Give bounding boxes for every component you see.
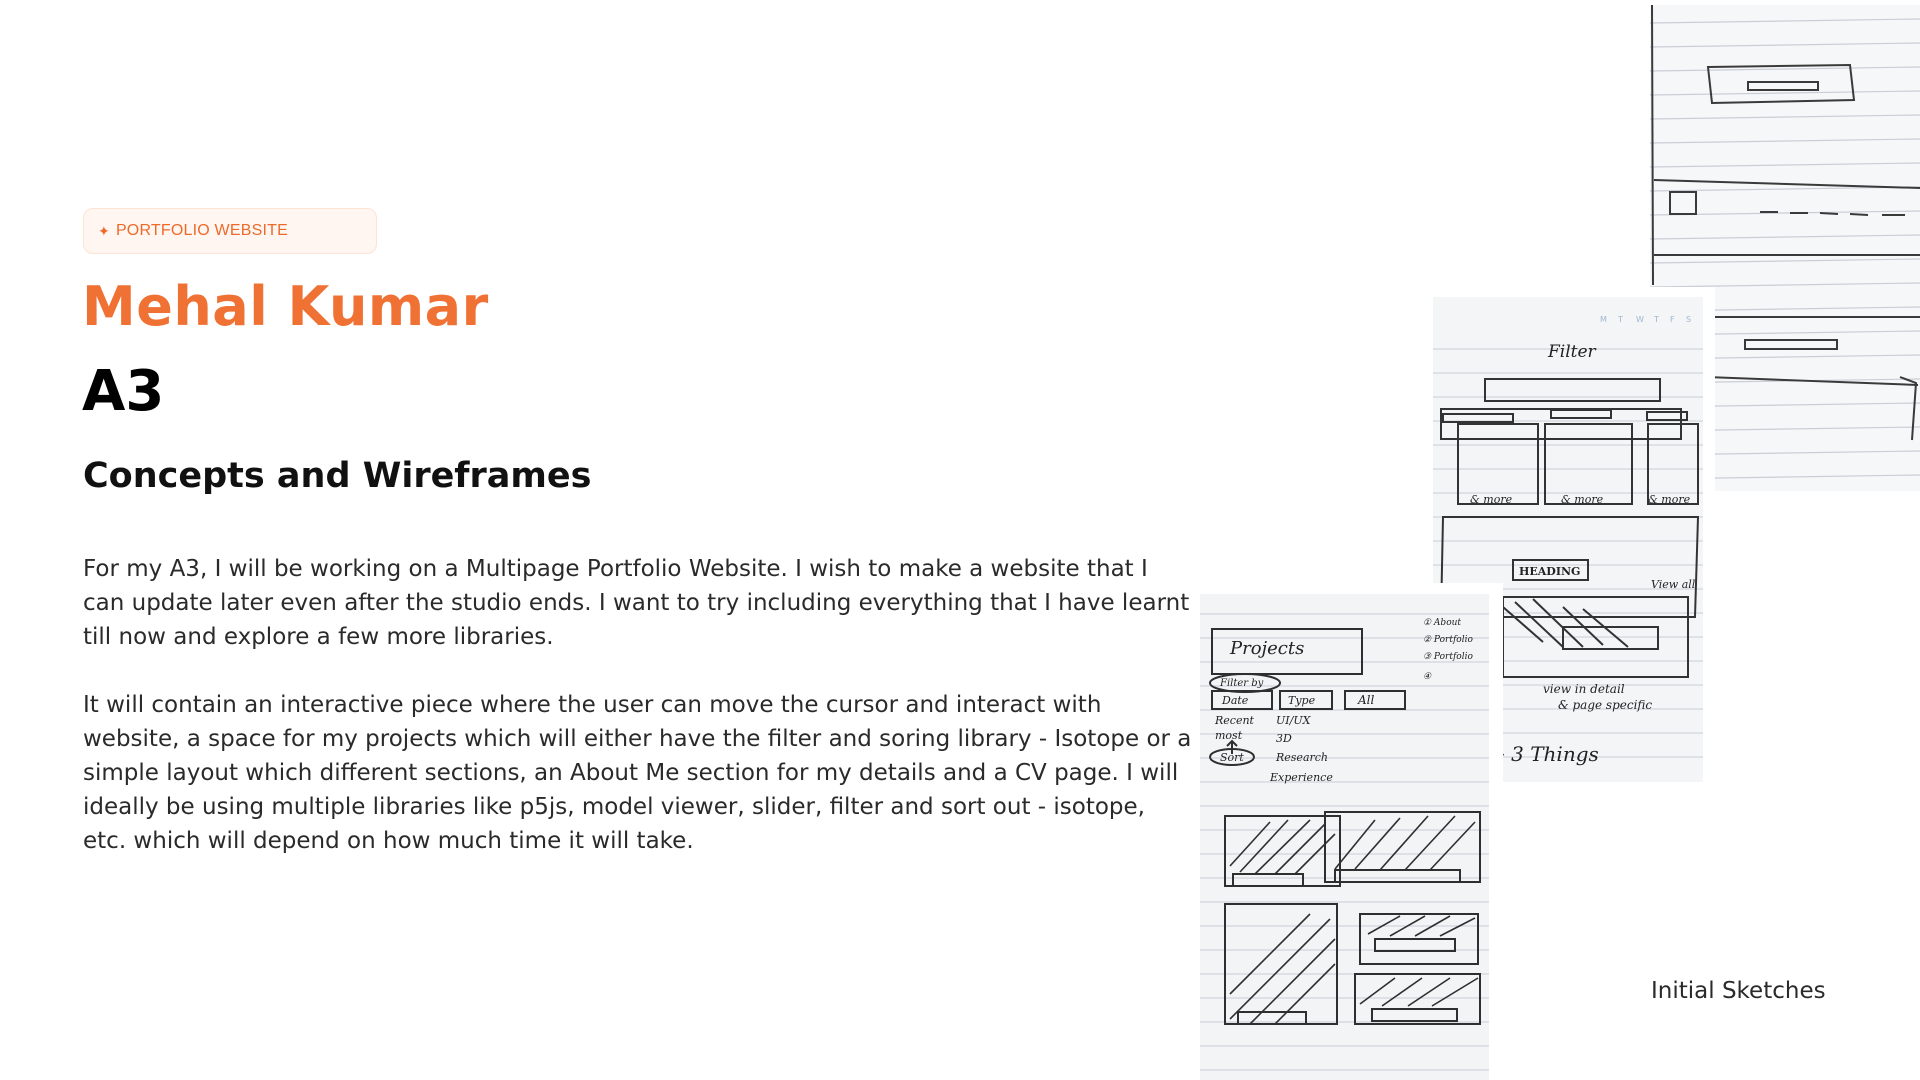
assignment-title: A3 (82, 359, 165, 424)
sketch-filter-all: All (1357, 693, 1375, 707)
weekday-f: F (1670, 315, 1675, 324)
sketch-filter-label: Filter (1547, 342, 1597, 362)
sketch-note-2: & page specific (1558, 698, 1652, 712)
intro-paragraph: For my A3, I will be working on a Multip… (83, 556, 1190, 650)
sketch-nav-about: ① About (1423, 618, 1461, 628)
portfolio-website-badge: ✦ PORTFOLIO WEBSITE (83, 208, 377, 254)
sketch-more-label-3: & more (1648, 493, 1691, 506)
details-paragraph: It will contain an interactive piece whe… (83, 692, 1192, 854)
section-subtitle: Concepts and Wireframes (83, 456, 592, 496)
sketch-type-experience: Experience (1269, 771, 1333, 784)
weekday-t: T (1617, 315, 1623, 324)
weekday-t2: T (1653, 315, 1659, 324)
sketch-type-research: Research (1275, 751, 1328, 764)
sketch-more-label-1: & more (1470, 493, 1513, 506)
sketch-image-projects: Projects ① About ② Portfolio ③ Portfolio… (1200, 594, 1489, 1080)
sketch-type-3d: 3D (1276, 732, 1292, 745)
sketch-note-1: view in detail (1543, 682, 1625, 696)
weekday-s: S (1686, 315, 1691, 324)
weekday-w: W (1636, 315, 1644, 324)
sketch-filter-date: Date (1221, 694, 1249, 707)
sketch-sort-label: Sort (1220, 751, 1244, 764)
sketch-option-most: most (1215, 729, 1243, 742)
weekday-m: M (1600, 315, 1607, 324)
sketch-projects-label: Projects (1229, 638, 1304, 659)
sketch-filter-type: Type (1288, 694, 1316, 707)
sketch-heading-label: HEADING (1519, 565, 1580, 578)
sketch-more-label-2: & more (1561, 493, 1604, 506)
sketch-nav-portfolio-1: ② Portfolio (1423, 635, 1473, 645)
sketch-filter-by-label: Filter by (1219, 678, 1264, 689)
badge-label: PORTFOLIO WEBSITE (115, 222, 288, 239)
sketches-caption: Initial Sketches (1651, 978, 1826, 1004)
author-name: Mehal Kumar (82, 275, 489, 338)
sketch-nav-4: ④ (1423, 672, 1432, 682)
sketch-option-recent: Recent (1214, 714, 1255, 727)
sketch-three-things-label: → 3 Things (1488, 742, 1599, 766)
sketch-view-all-label: View all (1651, 578, 1696, 591)
sketch-nav-portfolio-2: ③ Portfolio (1423, 652, 1473, 662)
sparkle-icon: ✦ (98, 222, 110, 239)
sketch-type-uiux: UI/UX (1276, 714, 1312, 727)
